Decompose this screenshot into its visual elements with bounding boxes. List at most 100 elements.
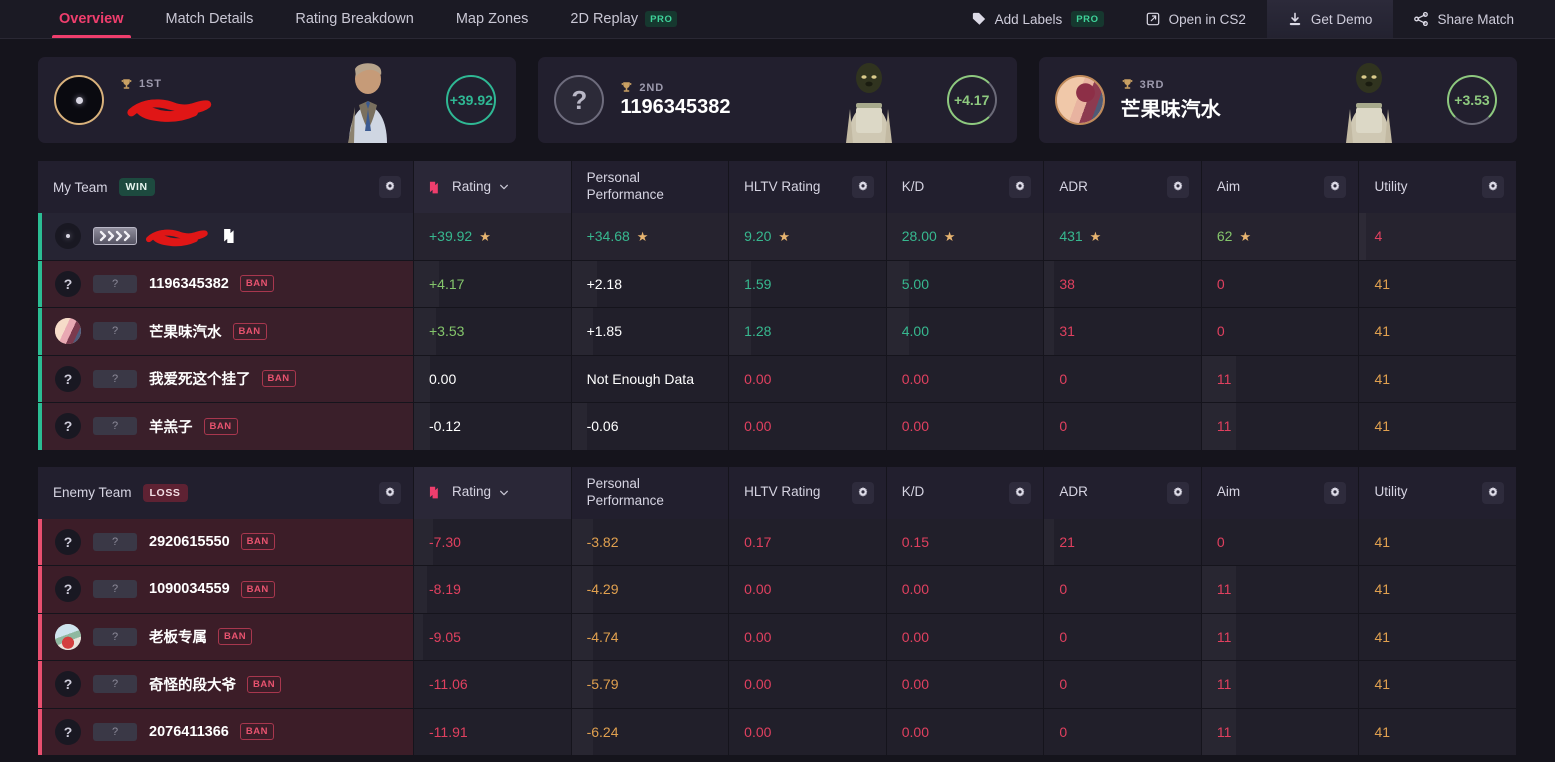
ban-badge[interactable]: BAN (203, 417, 238, 435)
stat-value: 0.00 (902, 418, 929, 434)
stat-value: 62 ★ (1217, 228, 1251, 244)
stat-value: 41 (1374, 418, 1390, 434)
player-cell[interactable]: ?? 我爱死这个挂了 BAN (38, 355, 414, 402)
column-settings-gear-icon[interactable] (1482, 481, 1505, 504)
column-settings-gear-icon[interactable] (1324, 481, 1347, 504)
stat-cell-aim: 0 (1201, 308, 1360, 355)
player-cell[interactable]: ? 芒果味汽水 BAN (38, 308, 414, 355)
stat-cell-k-d: 0.00 (886, 403, 1045, 450)
stat-value-text: 0 (1059, 418, 1068, 435)
table-row[interactable]: +39.92 ★ +34.68 ★ 9.20 ★ 28.00 ★ 431 ★ 62 ★ 4 (38, 213, 1518, 261)
stat-value: +34.68 ★ (587, 228, 649, 244)
column-settings-gear-icon[interactable] (1324, 176, 1347, 198)
stat-cell-adr: 31 (1044, 308, 1202, 355)
ban-badge[interactable]: BAN (232, 322, 267, 340)
table-row[interactable]: ?? 2076411366 BAN -11.91 -6.24 0.00 0.00 0 11 41 (38, 708, 1518, 756)
sort-control[interactable]: Rating (429, 179, 509, 196)
stat-progress-bar (572, 403, 588, 450)
rank-label: 2ND (639, 81, 665, 94)
ban-badge[interactable]: BAN (239, 723, 274, 741)
column-header-rating[interactable]: Rating (414, 466, 572, 519)
stat-value-text: 0.17 (744, 533, 772, 550)
star-icon: ★ (943, 228, 956, 244)
stat-value-text: 0 (1059, 723, 1068, 740)
column-settings-gear-icon[interactable] (1482, 176, 1505, 198)
ban-badge[interactable]: BAN (240, 533, 275, 551)
player-cell[interactable]: ?? 1090034559 BAN (38, 566, 414, 613)
player-cell[interactable]: ?? 2920615550 BAN (38, 518, 414, 565)
stat-value: +2.18 (587, 276, 622, 292)
column-settings-gear-icon[interactable] (851, 481, 874, 504)
stat-cell-personal-performance: Not Enough Data (571, 355, 730, 402)
podium-card-2[interactable]: ? 2ND 1196345382 +4.17 (538, 57, 1017, 143)
ban-badge[interactable]: BAN (239, 275, 274, 293)
gear-icon (1014, 486, 1026, 499)
team-accent-bar (38, 403, 42, 450)
avatar-placeholder: ? (55, 576, 81, 603)
player-cell[interactable] (38, 213, 414, 260)
avatar-placeholder: ? (55, 718, 81, 745)
gear-icon (1487, 486, 1499, 499)
column-settings-gear-icon[interactable] (1166, 481, 1189, 504)
table-row[interactable]: ? 芒果味汽水 BAN +3.53 +1.85 1.28 4.00 31 0 41 (38, 308, 1518, 356)
player-cell[interactable]: ? 老板专属 BAN (38, 613, 414, 660)
tab-2d-replay[interactable]: 2D Replay PRO (549, 0, 698, 38)
player-cell[interactable]: ?? 1196345382 BAN (38, 260, 414, 307)
table-row[interactable]: ? 老板专属 BAN -9.05 -4.74 0.00 0.00 0 11 41 (38, 613, 1518, 661)
column-settings-gear-icon[interactable] (1166, 176, 1189, 198)
team-settings-gear-icon[interactable] (379, 176, 401, 198)
rank-badge: ? (93, 322, 137, 341)
action-get-demo[interactable]: Get Demo (1266, 0, 1394, 38)
rank-badge: ? (93, 532, 137, 551)
player-cell[interactable]: ?? 2076411366 BAN (38, 708, 414, 755)
team-name: Enemy Team (53, 485, 132, 500)
ban-badge[interactable]: BAN (240, 580, 275, 598)
stat-value-text: +34.68 (586, 228, 630, 245)
podium-card-1[interactable]: 1ST +39.92 (38, 57, 517, 143)
column-header-personal-performance: Personal Performance (571, 161, 730, 213)
stat-value: 4.00 (902, 323, 929, 339)
column-settings-gear-icon[interactable] (851, 176, 874, 198)
action-open-in-cs2[interactable]: Open in CS2 (1125, 0, 1267, 38)
table-row[interactable]: ?? 奇怪的段大爷 BAN -11.06 -5.79 0.00 0.00 0 11 41 (38, 661, 1518, 709)
column-label: Rating (452, 484, 492, 500)
tab-overview[interactable]: Overview (38, 0, 145, 38)
table-row[interactable]: ?? 1196345382 BAN +4.17 +2.18 1.59 5.00 38 0 41 (38, 260, 1518, 308)
column-settings-gear-icon[interactable] (1009, 176, 1032, 198)
table-row[interactable]: ?? 1090034559 BAN -8.19 -4.29 0.00 0.00 0 11 41 (38, 566, 1518, 614)
tab-rating-breakdown[interactable]: Rating Breakdown (274, 0, 435, 38)
ban-badge[interactable]: BAN (261, 370, 296, 388)
stat-value: 41 (1374, 276, 1390, 292)
stat-value-text: 1.59 (744, 275, 772, 292)
table-row[interactable]: ?? 羊羔子 BAN -0.12 -0.06 0.00 0.00 0 11 41 (38, 403, 1518, 451)
stat-progress-bar (414, 403, 430, 450)
stat-value: 11 (1217, 418, 1232, 434)
stat-value: 0 (1059, 724, 1067, 740)
column-settings-gear-icon[interactable] (1009, 481, 1032, 504)
stat-cell-hltv-rating: 0.17 (729, 518, 887, 565)
stat-cell-personal-performance: +34.68 ★ (571, 213, 730, 260)
rank-badge: ? (93, 274, 137, 293)
team-settings-gear-icon[interactable] (379, 481, 401, 504)
action-share-match[interactable]: Share Match (1393, 0, 1535, 38)
podium-card-3[interactable]: 3RD 芒果味汽水 +3.53 (1038, 57, 1517, 143)
ban-badge[interactable]: BAN (247, 675, 282, 693)
tab-map-zones[interactable]: Map Zones (435, 0, 550, 38)
stat-value-text: 0 (1059, 370, 1068, 387)
table-row[interactable]: ?? 我爱死这个挂了 BAN 0.00 Not Enough Data 0.00 0.00 0… (38, 355, 1518, 403)
ban-badge[interactable]: BAN (218, 628, 253, 646)
stat-cell-aim: 11 (1201, 403, 1360, 450)
avatar-placeholder: ? (55, 413, 81, 440)
stat-value: +3.53 (429, 323, 464, 339)
stat-value-text: 62 (1216, 228, 1233, 245)
stat-cell-k-d: 4.00 (886, 308, 1045, 355)
stat-value: 1.28 (744, 323, 771, 339)
sort-control[interactable]: Rating (429, 484, 509, 501)
action-add-labels[interactable]: Add Labels PRO (951, 0, 1125, 38)
player-cell[interactable]: ?? 羊羔子 BAN (38, 403, 414, 450)
tab-match-details[interactable]: Match Details (145, 0, 275, 38)
table-row[interactable]: ?? 2920615550 BAN -7.30 -3.82 0.17 0.15 21 0 41 (38, 518, 1518, 566)
stat-value: 0 (1217, 534, 1225, 550)
player-cell[interactable]: ?? 奇怪的段大爷 BAN (38, 661, 414, 708)
column-header-rating[interactable]: Rating (414, 161, 572, 213)
